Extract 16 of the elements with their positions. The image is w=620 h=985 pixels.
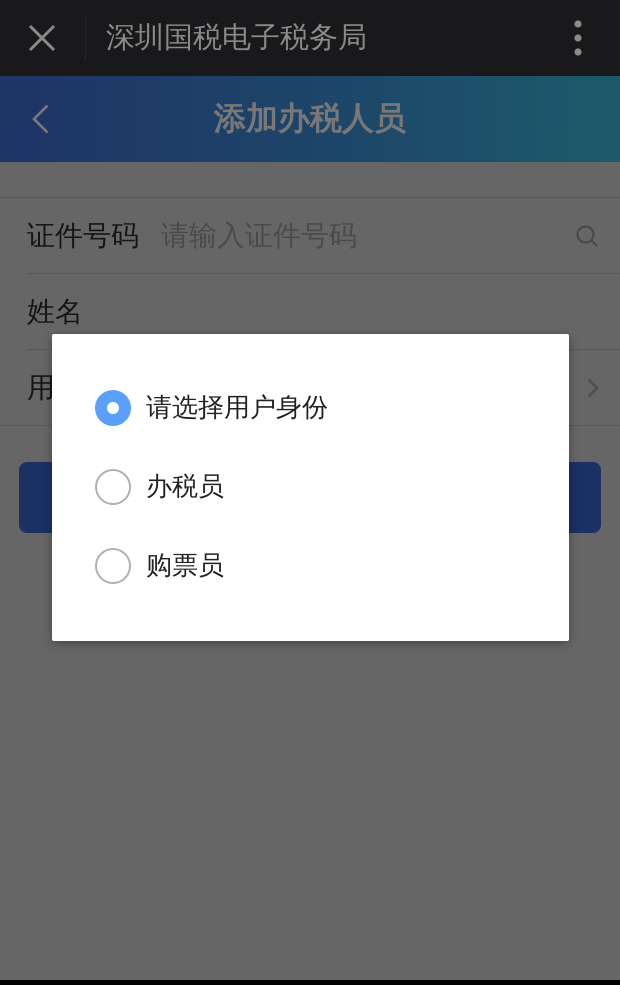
header-title: 添加办税人员 — [212, 98, 407, 139]
more-icon[interactable] — [574, 20, 582, 56]
radio-option[interactable]: 办税员 — [95, 447, 569, 526]
field-label: 用 — [27, 370, 55, 406]
radio-option[interactable]: 请选择用户身份 — [95, 368, 569, 447]
radio-icon[interactable] — [95, 548, 131, 584]
radio-icon[interactable] — [95, 390, 131, 426]
search-icon[interactable] — [576, 224, 598, 246]
radio-option[interactable]: 购票员 — [95, 526, 569, 605]
field-label: 姓名 — [27, 294, 83, 330]
chevron-right-icon[interactable] — [587, 378, 599, 398]
page-title: 深圳国税电子税务局 — [106, 19, 367, 56]
radio-icon[interactable] — [95, 468, 131, 504]
field-label: 证件号码 — [27, 218, 139, 254]
back-icon[interactable] — [32, 104, 49, 134]
close-icon[interactable] — [28, 24, 56, 52]
